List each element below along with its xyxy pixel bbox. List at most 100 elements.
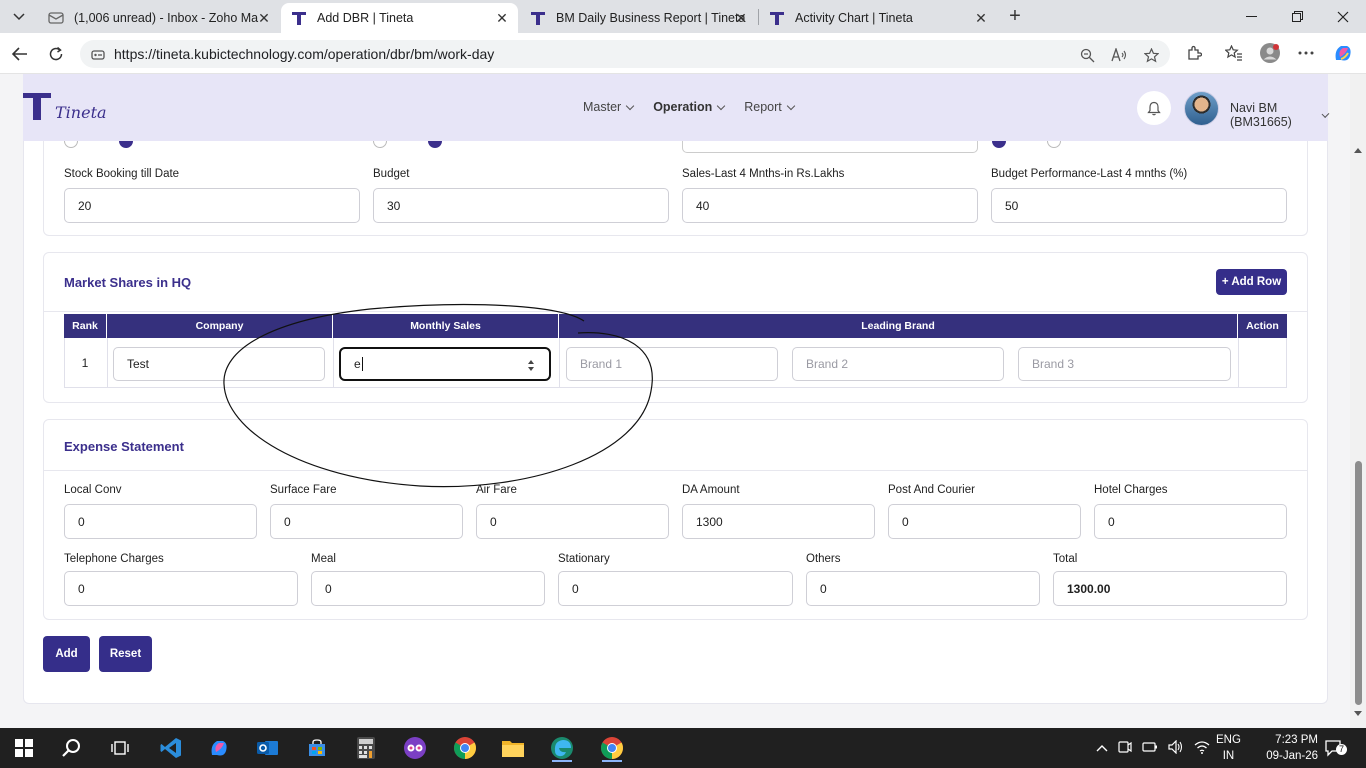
notification-center-button[interactable]: 7 <box>1324 728 1348 768</box>
mail-icon <box>48 10 64 26</box>
tineta-logo-icon <box>291 10 307 26</box>
tineta-logo[interactable]: Tineta <box>23 93 107 123</box>
sales-last-4-months-input[interactable]: 40 <box>682 188 978 223</box>
tab-actions-menu-button[interactable] <box>6 5 32 29</box>
refresh-button[interactable] <box>44 42 68 66</box>
stock-booking-input[interactable]: 20 <box>64 188 360 223</box>
field-label: Budget <box>373 168 410 180</box>
add-row-button[interactable]: + Add Row <box>1216 269 1287 295</box>
region-code: IN <box>1222 750 1235 762</box>
browser-tab-inbox[interactable]: (1,006 unread) - Inbox - Zoho Ma ✕ <box>38 3 280 33</box>
site-info-icon[interactable] <box>84 40 112 68</box>
reset-button[interactable]: Reset <box>99 636 152 672</box>
meet-now-icon[interactable] <box>1118 740 1132 757</box>
telephone-charges-input[interactable]: 0 <box>64 571 298 606</box>
tab-title: (1,006 unread) - Inbox - Zoho Ma <box>74 11 259 25</box>
volume-icon[interactable] <box>1168 739 1184 757</box>
monthly-sales-input[interactable]: e <box>339 347 551 381</box>
app-header: Tineta Master Operation Report Navi BM (… <box>23 74 1330 141</box>
microsoft-store-icon[interactable] <box>303 734 331 762</box>
avatar[interactable] <box>1184 91 1219 126</box>
brand-1-input[interactable]: Brand 1 <box>566 347 778 381</box>
user-menu[interactable]: Navi BM (BM31665) <box>1230 101 1330 129</box>
back-button[interactable] <box>8 42 32 66</box>
column-header-rank: Rank <box>64 314 106 338</box>
minimize-button[interactable] <box>1228 0 1274 33</box>
nav-master[interactable]: Master <box>583 100 635 114</box>
nav-operation[interactable]: Operation <box>653 100 726 114</box>
field-label: Meal <box>311 553 336 565</box>
scrollbar-thumb[interactable] <box>1355 461 1362 705</box>
language-indicator[interactable]: ENG IN <box>1216 728 1241 768</box>
notifications-button[interactable] <box>1137 91 1171 125</box>
scroll-down-icon[interactable] <box>1354 711 1362 716</box>
brand-3-input[interactable]: Brand 3 <box>1018 347 1231 381</box>
game-app-icon[interactable] <box>401 734 429 762</box>
brand-name: Tineta <box>55 103 107 122</box>
company-input[interactable]: Test <box>113 347 325 381</box>
vscode-icon[interactable] <box>157 734 185 762</box>
table-cell-action <box>1238 338 1287 388</box>
budget-performance-input[interactable]: 50 <box>991 188 1287 223</box>
windows-start-icon[interactable] <box>10 734 38 762</box>
add-button[interactable]: Add <box>43 636 90 672</box>
battery-icon[interactable] <box>1142 741 1158 756</box>
close-icon[interactable]: ✕ <box>973 10 989 26</box>
da-amount-input[interactable]: 1300 <box>682 504 875 539</box>
favorite-star-icon[interactable] <box>1142 46 1160 64</box>
browser-tab-add-dbr[interactable]: Add DBR | Tineta ✕ <box>281 3 518 33</box>
task-view-icon[interactable] <box>106 734 134 762</box>
total-input[interactable]: 1300.00 <box>1053 571 1287 606</box>
meal-input[interactable]: 0 <box>311 571 545 606</box>
nav-report[interactable]: Report <box>744 100 796 114</box>
budget-input[interactable]: 30 <box>373 188 669 223</box>
wifi-icon[interactable] <box>1194 740 1210 757</box>
hotel-charges-input[interactable]: 0 <box>1094 504 1287 539</box>
scroll-up-icon[interactable] <box>1354 148 1362 153</box>
browser-tab-activity-chart[interactable]: Activity Chart | Tineta ✕ <box>759 3 997 33</box>
address-bar[interactable]: https://tineta.kubictechnology.com/opera… <box>80 40 1170 68</box>
restore-button[interactable] <box>1274 0 1320 33</box>
calculator-icon[interactable] <box>352 734 380 762</box>
others-input[interactable]: 0 <box>806 571 1040 606</box>
clock[interactable]: 7:23 PM 09-Jan-26 <box>1254 728 1318 768</box>
chevron-down-icon <box>13 13 25 21</box>
chrome-icon[interactable] <box>451 734 479 762</box>
profile-avatar-icon[interactable] <box>1259 42 1281 64</box>
chevron-up-icon[interactable] <box>1096 741 1108 755</box>
edge-icon[interactable] <box>548 734 576 762</box>
copilot-icon[interactable] <box>1332 42 1354 64</box>
page-scrollbar[interactable] <box>1350 74 1366 728</box>
nav-label: Master <box>583 100 622 114</box>
close-icon[interactable]: ✕ <box>256 10 272 26</box>
stationary-input[interactable]: 0 <box>558 571 793 606</box>
extensions-icon[interactable] <box>1183 42 1205 64</box>
outlook-icon[interactable] <box>254 734 282 762</box>
search-icon[interactable] <box>58 734 86 762</box>
copilot-app-icon[interactable] <box>205 734 233 762</box>
zoom-icon[interactable] <box>1078 46 1096 64</box>
chevron-down-icon <box>625 101 635 110</box>
post-and-courier-input[interactable]: 0 <box>888 504 1081 539</box>
close-window-button[interactable] <box>1320 0 1366 33</box>
read-aloud-icon[interactable] <box>1110 46 1128 64</box>
local-conv-input[interactable]: 0 <box>64 504 257 539</box>
air-fare-input[interactable]: 0 <box>476 504 669 539</box>
browser-tab-bm-daily-report[interactable]: BM Daily Business Report | Tineta ✕ <box>520 3 757 33</box>
number-spinner-icon[interactable] <box>527 360 535 371</box>
close-icon[interactable]: ✕ <box>494 10 510 26</box>
chrome-icon[interactable] <box>598 734 626 762</box>
column-header-leading-brand: Leading Brand <box>559 314 1237 338</box>
close-icon[interactable]: ✕ <box>733 10 749 26</box>
more-options-icon[interactable] <box>1295 42 1317 64</box>
page-viewport: Stock Booking till Date 20 Budget 30 Sal… <box>0 74 1366 728</box>
brand-2-input[interactable]: Brand 2 <box>792 347 1004 381</box>
favorites-icon[interactable] <box>1223 42 1245 64</box>
new-tab-button[interactable]: + <box>1004 5 1026 27</box>
browser-toolbar: https://tineta.kubictechnology.com/opera… <box>0 33 1366 74</box>
field-label: Total <box>1053 553 1078 565</box>
surface-fare-input[interactable]: 0 <box>270 504 463 539</box>
file-explorer-icon[interactable] <box>499 734 527 762</box>
chevron-down-icon <box>1321 109 1330 118</box>
restore-icon <box>1291 11 1303 22</box>
